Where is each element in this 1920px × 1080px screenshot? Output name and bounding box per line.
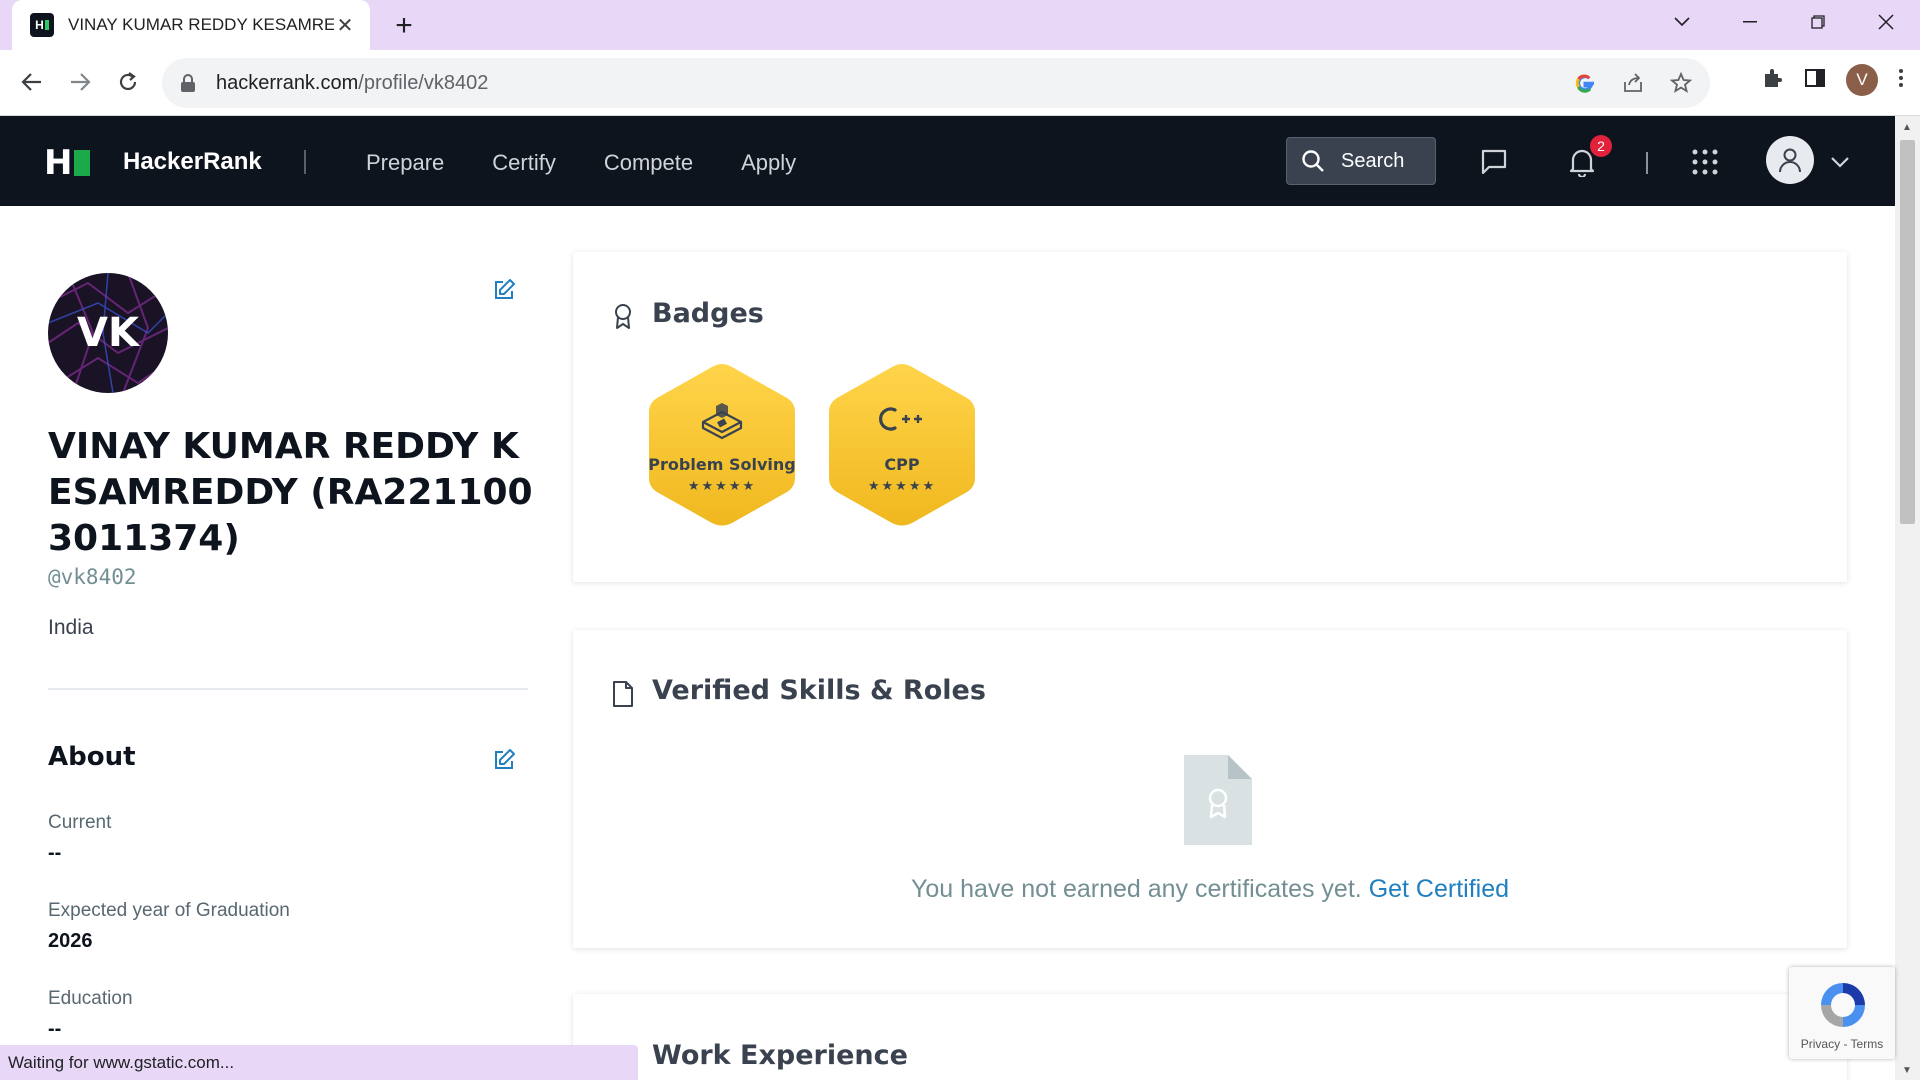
back-arrow-icon[interactable] [14, 64, 50, 100]
badge-name: CPP [884, 455, 920, 474]
scrollbar-thumb[interactable] [1900, 140, 1915, 524]
empty-certificate-icon [1184, 755, 1252, 845]
profile-country: India [48, 616, 94, 639]
hexagon-badge-shape [829, 364, 975, 526]
section-divider [48, 688, 528, 690]
chrome-menu-icon[interactable] [1898, 67, 1904, 94]
badge-stars: ★★★★★ [687, 478, 757, 493]
nav-compete[interactable]: Compete [604, 150, 693, 176]
empty-certificates-message: You have not earned any certificates yet… [573, 875, 1847, 904]
search-button[interactable]: Search [1286, 137, 1436, 185]
profile-name: VINAY KUMAR REDDY KESAMREDDY (RA22110030… [48, 426, 533, 559]
restore-button[interactable] [1784, 0, 1852, 44]
apps-grid-icon[interactable] [1689, 146, 1721, 178]
search-icon [1302, 150, 1324, 172]
edit-about-icon[interactable] [492, 748, 516, 772]
url-host: hackerrank.com [216, 71, 359, 94]
browser-toolbar: hackerrank.com/profile/vk8402 V [0, 50, 1920, 116]
about-heading: About [48, 742, 136, 772]
address-bar[interactable]: hackerrank.com/profile/vk8402 [162, 58, 1710, 108]
recaptcha-widget[interactable]: Privacy - Terms [1789, 967, 1895, 1059]
chevron-down-icon[interactable] [1824, 146, 1856, 178]
hexagon-badge-shape [649, 364, 795, 526]
browser-tab[interactable]: H VINAY KUMAR REDDY KESAMREDDY ✕ [12, 0, 370, 50]
user-avatar[interactable] [1766, 136, 1814, 184]
bookmark-star-icon[interactable] [1668, 70, 1694, 96]
badge-cpp[interactable]: CPP ★★★★★ [827, 362, 977, 528]
close-window-button[interactable] [1852, 0, 1920, 44]
badge-stars: ★★★★★ [867, 478, 937, 493]
main-nav: Prepare Certify Compete Apply [366, 150, 796, 176]
field-label-graduation: Expected year of Graduation [48, 900, 290, 921]
share-icon[interactable] [1620, 70, 1646, 96]
site-header: H HackerRank Prepare Certify Compete App… [0, 116, 1895, 206]
badges-heading: Badges [652, 298, 764, 329]
field-value-graduation: 2026 [48, 930, 93, 952]
badge-problem-solving[interactable]: Problem Solving ★★★★★ [647, 362, 797, 528]
tab-close-icon[interactable]: ✕ [334, 14, 356, 37]
page-scrollbar[interactable]: ▲ ▼ [1895, 116, 1920, 1080]
window-controls [1648, 0, 1920, 44]
side-panel-icon[interactable] [1804, 67, 1826, 94]
url-path: /profile/vk8402 [358, 71, 489, 94]
extensions-puzzle-icon[interactable] [1762, 67, 1784, 94]
nav-prepare[interactable]: Prepare [366, 150, 444, 176]
field-label-current: Current [48, 812, 112, 833]
lock-icon [181, 74, 195, 92]
get-certified-link[interactable]: Get Certified [1369, 875, 1509, 903]
avatar-initials: VK [77, 310, 139, 356]
notification-count-badge: 2 [1590, 135, 1612, 157]
profile-handle: @vk8402 [48, 565, 137, 589]
field-label-education: Education [48, 988, 133, 1009]
messages-chat-icon[interactable] [1478, 146, 1510, 178]
browser-tabstrip: H VINAY KUMAR REDDY KESAMREDDY ✕ + [0, 0, 1920, 50]
badge-ribbon-icon [615, 304, 631, 329]
browser-status-bar: Waiting for www.gstatic.com... [0, 1045, 638, 1080]
google-icon[interactable] [1572, 70, 1598, 96]
forward-arrow-icon[interactable] [62, 64, 98, 100]
recaptcha-logo-icon [1821, 983, 1865, 1027]
header-divider [304, 150, 306, 174]
nav-certify[interactable]: Certify [492, 150, 556, 176]
work-experience-heading: Work Experience [652, 1040, 908, 1071]
tab-search-icon[interactable] [1648, 0, 1716, 44]
hackerrank-logo-icon[interactable]: H [44, 146, 91, 180]
profile-avatar[interactable]: VK [48, 273, 168, 393]
new-tab-button[interactable]: + [388, 10, 420, 42]
nav-apply[interactable]: Apply [741, 150, 796, 176]
field-value-current: -- [48, 842, 62, 864]
puzzle-cube-icon [701, 403, 743, 440]
header-divider-2 [1646, 152, 1648, 174]
user-icon [1779, 148, 1801, 173]
field-value-education: -- [48, 1018, 62, 1040]
badge-name: Problem Solving [648, 455, 796, 474]
brand-name[interactable]: HackerRank [123, 148, 262, 176]
chrome-profile-avatar[interactable]: V [1846, 64, 1878, 96]
recaptcha-links[interactable]: Privacy - Terms [1789, 1037, 1895, 1051]
tab-title: VINAY KUMAR REDDY KESAMREDDY [68, 15, 334, 34]
reload-icon[interactable] [110, 64, 146, 100]
empty-certificates-text: You have not earned any certificates yet… [910, 875, 1362, 903]
scroll-up-arrow-icon[interactable]: ▲ [1902, 122, 1912, 133]
edit-profile-icon[interactable] [492, 278, 516, 302]
document-icon [613, 681, 633, 707]
cpp-icon [879, 407, 922, 431]
minimize-button[interactable] [1716, 0, 1784, 44]
search-label: Search [1341, 149, 1405, 172]
scroll-down-arrow-icon[interactable]: ▼ [1902, 1065, 1912, 1076]
verified-skills-heading: Verified Skills & Roles [652, 675, 986, 706]
hackerrank-favicon-icon: H [30, 13, 54, 37]
